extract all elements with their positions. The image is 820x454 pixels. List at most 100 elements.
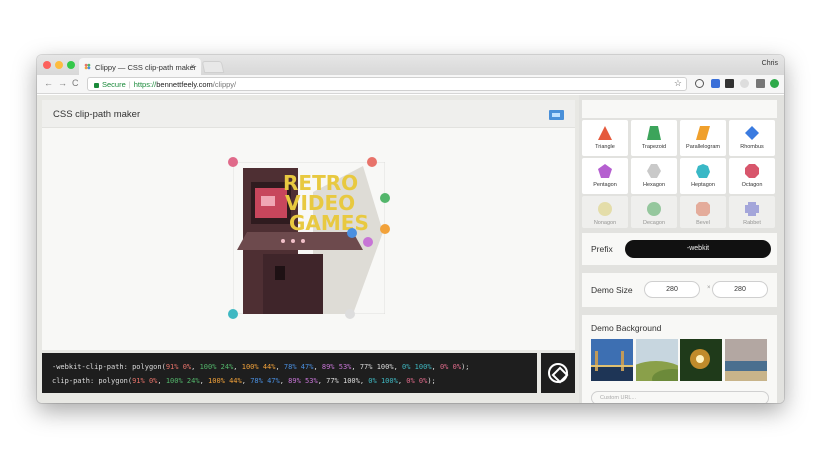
code-line-1-point-8: 0% 0% xyxy=(439,363,462,371)
clip-handle-point-8[interactable] xyxy=(228,157,238,167)
shape-nonagon[interactable]: Nonagon xyxy=(582,196,628,228)
maximize-window-button[interactable] xyxy=(67,61,75,69)
clippy-favicon-icon xyxy=(84,63,91,70)
clip-handle-point-5[interactable] xyxy=(363,237,373,247)
background-thumb-sparkler[interactable] xyxy=(680,339,722,381)
demo-background-label: Demo Background xyxy=(591,323,662,333)
shape-label: Triangle xyxy=(595,144,615,150)
nonagon-icon xyxy=(598,202,612,216)
code-line-2-point-7: 0% 100% xyxy=(368,377,398,385)
code-line-2-point-6: 77% 100% xyxy=(326,377,360,385)
back-arrow-icon[interactable]: ← xyxy=(44,78,53,88)
demo-size-label: Demo Size xyxy=(591,285,633,295)
octagon-icon xyxy=(745,164,759,178)
extension-arrow-icon[interactable] xyxy=(740,79,749,88)
clip-demo-graphic: RETRO VIDEO GAMES xyxy=(232,161,386,315)
shape-label: Decagon xyxy=(642,220,666,226)
code-line-2-point-1: 91% 0% xyxy=(132,377,158,385)
clip-handle-point-6[interactable] xyxy=(345,309,355,319)
image-toggle-icon[interactable] xyxy=(549,110,564,120)
css-code-output[interactable]: -webkit-clip-path: polygon(91% 0%, 100% … xyxy=(42,353,537,393)
heptagon-icon xyxy=(696,164,710,178)
shape-label: Bevel xyxy=(696,220,710,226)
shape-bevel[interactable]: Bevel xyxy=(680,196,726,228)
shape-label: Octagon xyxy=(741,182,763,188)
shape-decagon[interactable]: Decagon xyxy=(631,196,677,228)
forward-arrow-icon[interactable]: → xyxy=(58,78,67,88)
shape-heptagon[interactable]: Heptagon xyxy=(680,158,726,194)
extension-layers-icon[interactable] xyxy=(725,79,734,88)
hexagon-icon xyxy=(647,164,661,178)
browser-tab[interactable]: Clippy — CSS clip-path maker × xyxy=(79,58,201,75)
rhombus-icon xyxy=(745,126,759,140)
shape-pentagon[interactable]: Pentagon xyxy=(582,158,628,194)
shape-label: Nonagon xyxy=(593,220,617,226)
code-line-1-point-5: 89% 53% xyxy=(321,363,352,371)
secure-label: Secure xyxy=(102,80,126,89)
trapezoid-icon xyxy=(647,126,661,140)
parallelogram-icon xyxy=(696,126,710,140)
codepen-button[interactable] xyxy=(541,353,575,393)
editor-panel: CSS clip-path maker RETRO VIDEO GAMES xyxy=(42,100,575,350)
code-line-1-point-1: 91% 0% xyxy=(165,363,192,371)
code-line-2-point-2: 100% 24% xyxy=(165,377,200,385)
clip-handle-point-4[interactable] xyxy=(347,228,357,238)
bookmark-star-icon[interactable]: ☆ xyxy=(674,78,682,89)
extension-green-icon[interactable] xyxy=(770,79,779,88)
code-line-1-point-3: 100% 44% xyxy=(241,363,276,371)
minimize-window-button[interactable] xyxy=(55,61,63,69)
decagon-icon xyxy=(647,202,661,216)
url-host: bennettfeely.com xyxy=(156,80,213,89)
size-times-sign: × xyxy=(707,285,711,291)
clip-handle-point-3[interactable] xyxy=(380,224,390,234)
shape-label: Pentagon xyxy=(593,182,617,188)
shape-triangle[interactable]: Triangle xyxy=(582,120,628,156)
code-line-2-point-4: 78% 47% xyxy=(250,377,280,385)
clippy-app: CSS clip-path maker RETRO VIDEO GAMES -w… xyxy=(37,95,784,403)
lock-icon xyxy=(94,82,99,88)
rabbet-icon xyxy=(745,202,759,216)
address-bar[interactable]: Secure | https://bennettfeely.com/clippy/ … xyxy=(87,77,687,91)
code-line-2-point-5: 89% 53% xyxy=(288,377,318,385)
demo-height-input[interactable]: 280 xyxy=(712,281,768,298)
clip-handle-point-2[interactable] xyxy=(380,193,390,203)
clip-demo[interactable]: RETRO VIDEO GAMES xyxy=(228,157,390,319)
tab-close-icon[interactable]: × xyxy=(190,62,195,71)
background-thumb-beach[interactable] xyxy=(725,339,767,381)
extension-info-icon[interactable] xyxy=(695,79,704,88)
sidebar-top-bar xyxy=(582,100,777,118)
shape-parallelogram[interactable]: Parallelogram xyxy=(680,120,726,156)
page-title: CSS clip-path maker xyxy=(53,109,141,120)
settings-sidebar: Triangle Trapezoid Parallelogram Rhombus… xyxy=(579,95,784,403)
demo-background-row: Demo Background Custom URL... xyxy=(582,315,777,403)
background-thumb-hills[interactable] xyxy=(636,339,678,381)
shape-rabbet[interactable]: Rabbet xyxy=(729,196,775,228)
shape-rhombus[interactable]: Rhombus xyxy=(729,120,775,156)
shape-trapezoid[interactable]: Trapezoid xyxy=(631,120,677,156)
code-line-1-point-2: 100% 24% xyxy=(199,363,234,371)
extension-badge-icon[interactable] xyxy=(711,79,720,88)
shape-octagon[interactable]: Octagon xyxy=(729,158,775,194)
shape-label: Rabbet xyxy=(743,220,761,226)
clip-handle-point-7[interactable] xyxy=(228,309,238,319)
shape-label: Hexagon xyxy=(642,182,666,188)
clip-handle-point-1[interactable] xyxy=(367,157,377,167)
code-line-2: clip-path: polygon(91% 0%, 100% 24%, 100… xyxy=(52,377,436,385)
prefix-label: Prefix xyxy=(591,244,613,254)
title-bar: Clippy — CSS clip-path maker × Chris xyxy=(37,55,784,75)
close-window-button[interactable] xyxy=(43,61,51,69)
code-line-1-point-4: 78% 47% xyxy=(283,363,314,371)
url-path: /clippy/ xyxy=(212,80,237,89)
mail-icon[interactable] xyxy=(756,79,765,88)
shape-hexagon[interactable]: Hexagon xyxy=(631,158,677,194)
new-tab-button[interactable] xyxy=(201,61,225,73)
code-line-1-point-7: 0% 100% xyxy=(402,363,432,371)
reload-icon[interactable]: C xyxy=(72,78,79,88)
background-thumb-bridge[interactable] xyxy=(591,339,633,381)
prefix-toggle[interactable]: -webkit xyxy=(625,240,771,258)
custom-url-input[interactable]: Custom URL... xyxy=(591,391,769,403)
code-line-2-point-3: 100% 44% xyxy=(208,377,242,385)
demo-width-input[interactable]: 280 xyxy=(644,281,700,298)
profile-name[interactable]: Chris xyxy=(762,60,778,67)
triangle-icon xyxy=(598,126,612,140)
